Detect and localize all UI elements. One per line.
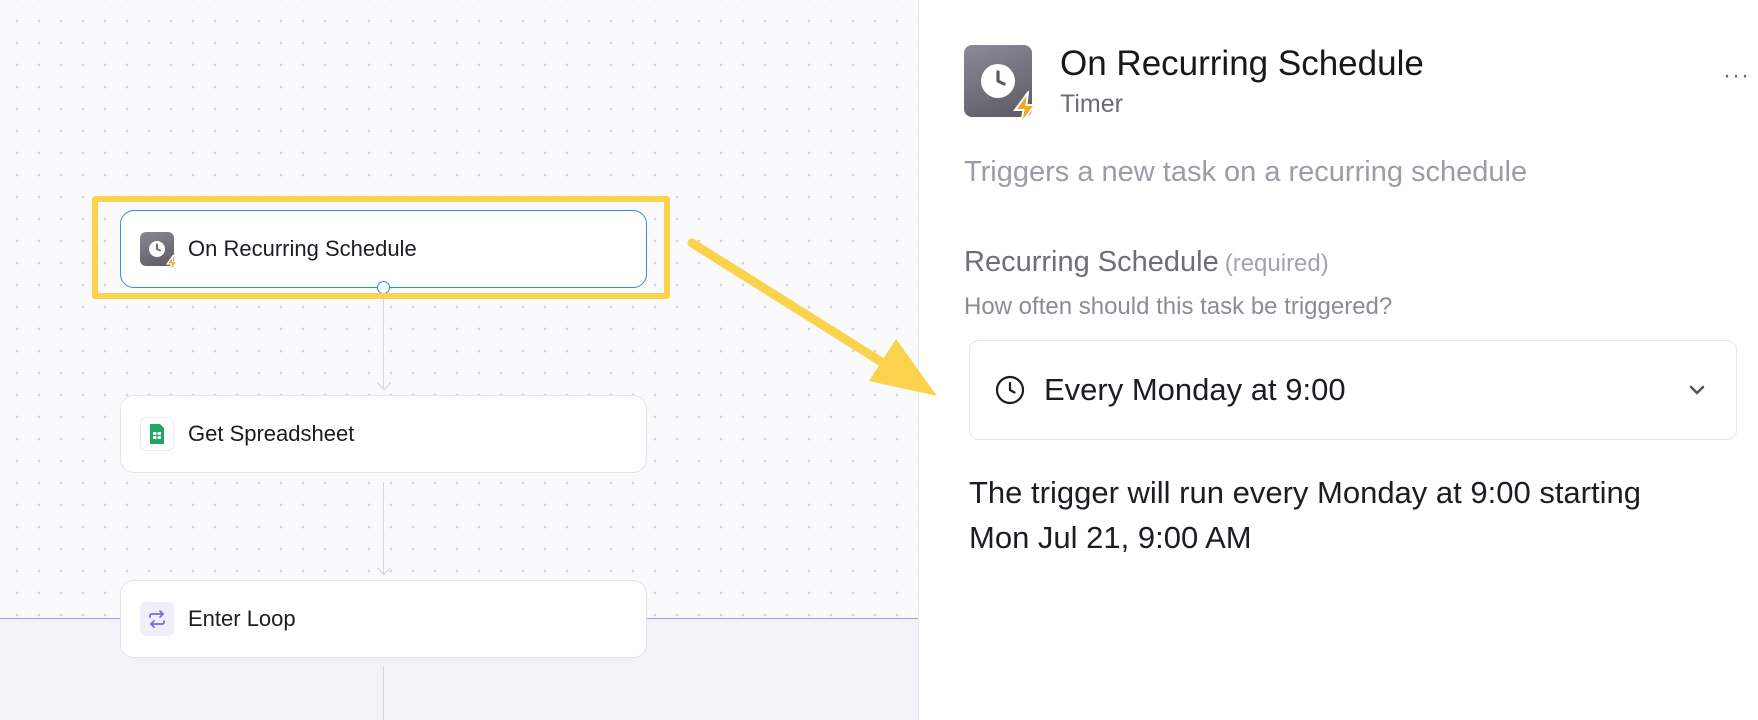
timer-icon <box>140 232 179 272</box>
panel-header-text: On Recurring Schedule Timer <box>1060 44 1424 119</box>
properties-panel: On Recurring Schedule Timer ··· Triggers… <box>918 0 1758 720</box>
node-label: On Recurring Schedule <box>188 236 417 261</box>
node-enter-loop[interactable]: Enter Loop <box>120 580 647 658</box>
app-root: On Recurring Schedule Get Spreadsheet En… <box>0 0 1758 720</box>
required-tag: (required) <box>1224 250 1329 277</box>
connection-handle[interactable] <box>377 281 390 294</box>
node-on-recurring-schedule[interactable]: On Recurring Schedule <box>120 210 647 288</box>
bolt-icon <box>165 254 179 272</box>
workflow-canvas[interactable]: On Recurring Schedule Get Spreadsheet En… <box>0 0 918 720</box>
more-options-button[interactable]: ··· <box>1723 62 1750 90</box>
field-label: Recurring Schedule (required) <box>964 246 1329 279</box>
schedule-select-value: Every Monday at 9:00 <box>1044 372 1346 407</box>
node-label: Get Spreadsheet <box>188 421 355 446</box>
chevron-down-icon <box>1689 385 1705 395</box>
schedule-select[interactable]: Every Monday at 9:00 <box>969 340 1737 440</box>
node-label: Enter Loop <box>188 606 296 631</box>
timer-icon <box>964 45 1038 125</box>
node-get-spreadsheet[interactable]: Get Spreadsheet <box>120 395 647 473</box>
field-label-text: Recurring Schedule <box>964 246 1219 278</box>
panel-description: Triggers a new task on a recurring sched… <box>964 156 1528 188</box>
panel-header: On Recurring Schedule Timer <box>964 44 1424 125</box>
loop-icon <box>140 602 174 636</box>
connector-arrowhead <box>376 375 392 391</box>
connector-arrowhead <box>376 560 392 576</box>
connector-line <box>383 289 384 389</box>
spreadsheet-icon <box>140 417 174 451</box>
panel-subtitle: Timer <box>1060 89 1123 118</box>
run-schedule-info: The trigger will run every Monday at 9:0… <box>969 475 1641 555</box>
panel-title: On Recurring Schedule <box>1060 44 1424 83</box>
clock-icon <box>995 375 1025 405</box>
field-help-text: How often should this task be triggered? <box>964 293 1393 320</box>
connector-line <box>383 666 384 720</box>
bolt-icon <box>1013 91 1038 125</box>
